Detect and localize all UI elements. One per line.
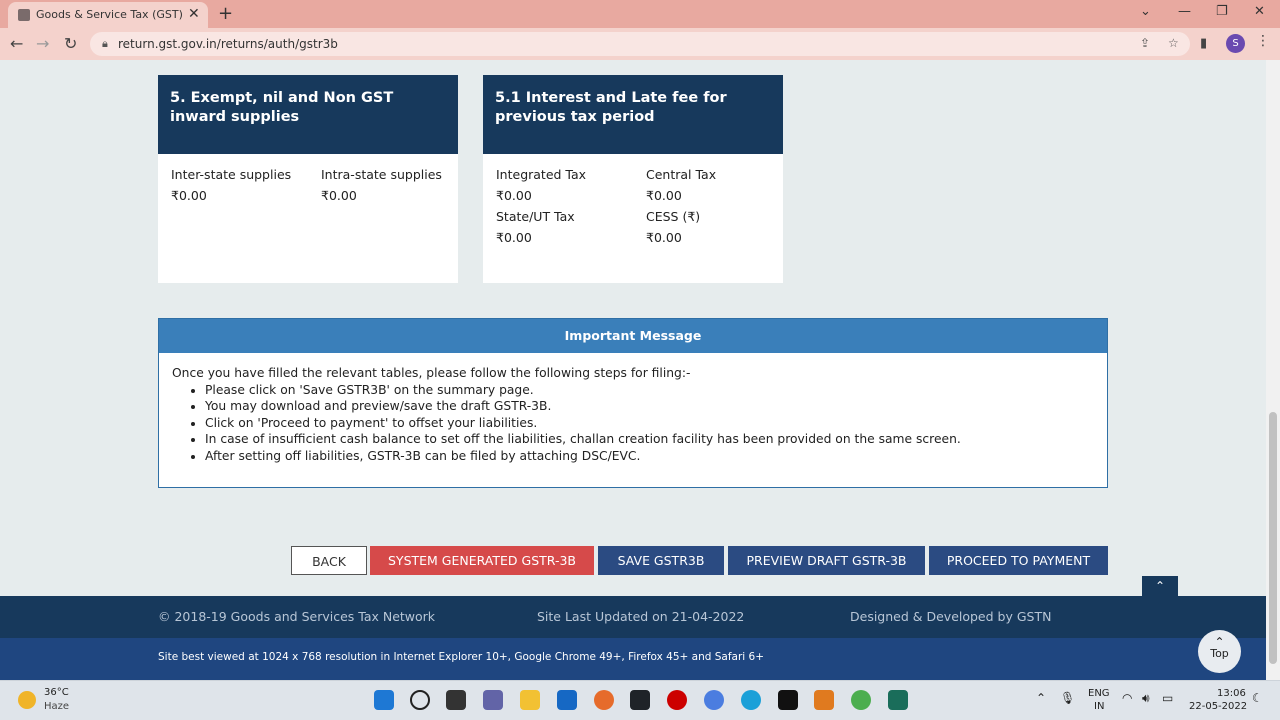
- footer-copyright: © 2018-19 Goods and Services Tax Network: [158, 609, 436, 624]
- important-message-title: Important Message: [159, 319, 1107, 353]
- windows-start-icon[interactable]: [374, 690, 394, 710]
- message-intro: Once you have filled the relevant tables…: [172, 366, 691, 380]
- file-explorer-icon[interactable]: [520, 690, 540, 710]
- important-message-body: Once you have filled the relevant tables…: [159, 353, 1107, 477]
- wifi-icon[interactable]: ◠: [1122, 691, 1132, 705]
- inter-state-value: ₹0.00: [171, 188, 207, 203]
- back-arrow-icon[interactable]: ←: [10, 34, 23, 53]
- browser-tab[interactable]: Goods & Service Tax (GST) | User ✕: [8, 2, 208, 28]
- top-label: Top: [1210, 647, 1229, 660]
- profile-avatar[interactable]: S: [1226, 34, 1245, 53]
- search-icon[interactable]: [410, 690, 430, 710]
- state-ut-tax-value: ₹0.00: [496, 230, 532, 245]
- edge-icon[interactable]: [741, 690, 761, 710]
- weather-sun-icon[interactable]: [18, 691, 36, 709]
- browser-tab-bar: Goods & Service Tax (GST) | User ✕ + ⌄ —…: [0, 0, 1280, 28]
- message-step: Click on 'Proceed to payment' to offset …: [205, 415, 1094, 432]
- chrome-icon[interactable]: [851, 690, 871, 710]
- clock-date[interactable]: 22-05-2022: [1189, 701, 1247, 712]
- interest-late-fee-card[interactable]: 5.1 Interest and Late fee for previous t…: [483, 75, 783, 283]
- system-generated-gstr3b-button[interactable]: SYSTEM GENERATED GSTR-3B: [370, 546, 594, 575]
- address-bar[interactable]: 🔒︎ return.gst.gov.in/returns/auth/gstr3b…: [90, 32, 1190, 56]
- scroll-to-top-button[interactable]: ⌃ Top: [1198, 630, 1241, 673]
- url-text[interactable]: return.gst.gov.in/returns/auth/gstr3b: [118, 37, 338, 51]
- cess-label: CESS (₹): [646, 209, 701, 224]
- minimize-icon[interactable]: —: [1178, 4, 1191, 19]
- scrollbar-thumb[interactable]: [1269, 412, 1277, 664]
- weather-temperature[interactable]: 36°C: [44, 687, 69, 698]
- browser-toolbar: ← → ↻ 🔒︎ return.gst.gov.in/returns/auth/…: [0, 28, 1280, 60]
- clock-time[interactable]: 13:06: [1217, 688, 1246, 699]
- restore-icon[interactable]: ❐: [1216, 4, 1228, 19]
- dropbox-icon[interactable]: [630, 690, 650, 710]
- pattern-app-icon[interactable]: [814, 690, 834, 710]
- footer-bottom: Site best viewed at 1024 x 768 resolutio…: [0, 638, 1266, 680]
- tab-search-chevron-icon[interactable]: ⌄: [1140, 4, 1151, 19]
- windows-taskbar: 36°C Haze ⌃ 🎙︎ ENG IN ◠ 🔊︎ ▭ 13:06 22-05…: [0, 680, 1280, 720]
- intra-state-label: Intra-state supplies: [321, 167, 442, 182]
- notification-icon[interactable]: ☾: [1252, 691, 1263, 705]
- preview-draft-gstr3b-button[interactable]: PREVIEW DRAFT GSTR-3B: [728, 546, 925, 575]
- footer-best-viewed: Site best viewed at 1024 x 768 resolutio…: [158, 651, 765, 663]
- bluetooth-app-icon[interactable]: [704, 690, 724, 710]
- inter-state-label: Inter-state supplies: [171, 167, 292, 182]
- collapse-chevron-up-icon[interactable]: ⌃: [1142, 576, 1178, 596]
- reload-icon[interactable]: ↻: [64, 34, 77, 53]
- proceed-to-payment-button[interactable]: PROCEED TO PAYMENT: [929, 546, 1108, 575]
- lock-icon[interactable]: 🔒︎: [102, 37, 108, 51]
- message-step: You may download and preview/save the dr…: [205, 398, 1094, 415]
- exempt-supplies-title: 5. Exempt, nil and Non GST inward suppli…: [158, 75, 458, 154]
- exempt-supplies-card[interactable]: 5. Exempt, nil and Non GST inward suppli…: [158, 75, 458, 283]
- tray-chevron-up-icon[interactable]: ⌃: [1036, 691, 1046, 705]
- state-ut-tax-label: State/UT Tax: [496, 209, 575, 224]
- cess-value: ₹0.00: [646, 230, 682, 245]
- important-message-box: Important Message Once you have filled t…: [158, 318, 1108, 488]
- task-view-icon[interactable]: [446, 690, 466, 710]
- language-region[interactable]: IN: [1094, 701, 1104, 712]
- integrated-tax-value: ₹0.00: [496, 188, 532, 203]
- footer-last-updated: Site Last Updated on 21-04-2022: [537, 609, 745, 624]
- browser-menu-icon[interactable]: ⋮: [1256, 33, 1270, 49]
- firefox-icon[interactable]: [594, 690, 614, 710]
- close-window-icon[interactable]: ✕: [1254, 4, 1265, 19]
- tab-title: Goods & Service Tax (GST) | User: [36, 8, 184, 21]
- integrated-tax-label: Integrated Tax: [496, 167, 587, 182]
- notion-icon[interactable]: [778, 690, 798, 710]
- close-tab-icon[interactable]: ✕: [188, 6, 200, 22]
- teams-chat-icon[interactable]: [483, 690, 503, 710]
- weather-condition[interactable]: Haze: [44, 701, 69, 712]
- message-step: In case of insufficient cash balance to …: [205, 431, 1094, 448]
- new-tab-icon[interactable]: +: [218, 3, 233, 24]
- message-step: After setting off liabilities, GSTR-3B c…: [205, 448, 1094, 465]
- gst-favicon-icon: [18, 9, 30, 21]
- interest-late-fee-title: 5.1 Interest and Late fee for previous t…: [483, 75, 783, 154]
- forward-arrow-icon[interactable]: →: [36, 34, 49, 53]
- bookmark-star-icon[interactable]: ☆: [1168, 36, 1179, 50]
- side-panel-icon[interactable]: ▮: [1200, 36, 1207, 51]
- footer-designed-by: Designed & Developed by GSTN: [850, 609, 1052, 624]
- share-icon[interactable]: ⇪: [1140, 36, 1150, 50]
- volume-icon[interactable]: 🔊︎: [1142, 691, 1150, 706]
- mail-icon[interactable]: [557, 690, 577, 710]
- message-step: Please click on 'Save GSTR3B' on the sum…: [205, 382, 1094, 399]
- central-tax-value: ₹0.00: [646, 188, 682, 203]
- central-tax-label: Central Tax: [646, 167, 717, 182]
- terminal-app-icon[interactable]: [888, 690, 908, 710]
- battery-icon[interactable]: ▭: [1162, 691, 1173, 705]
- back-button[interactable]: BACK: [291, 546, 367, 575]
- save-gstr3b-button[interactable]: SAVE GSTR3B: [598, 546, 724, 575]
- footer-top: © 2018-19 Goods and Services Tax Network…: [0, 596, 1266, 638]
- microphone-icon[interactable]: 🎙︎: [1060, 691, 1075, 705]
- intra-state-value: ₹0.00: [321, 188, 357, 203]
- record-app-icon[interactable]: [667, 690, 687, 710]
- message-steps-list: Please click on 'Save GSTR3B' on the sum…: [205, 382, 1094, 465]
- chevron-up-icon: ⌃: [1214, 635, 1225, 649]
- page-scrollbar[interactable]: [1266, 60, 1280, 680]
- language-code[interactable]: ENG: [1088, 688, 1110, 699]
- page-viewport: 5. Exempt, nil and Non GST inward suppli…: [0, 60, 1266, 680]
